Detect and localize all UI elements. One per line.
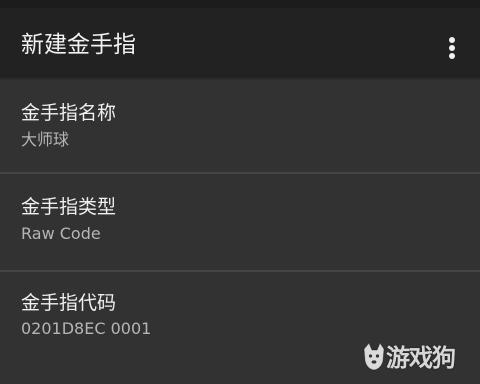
more-vert-icon[interactable] [436,26,468,70]
cheat-code-value: 0201D8EC 0001 [21,319,152,338]
cheat-name-label: 金手指名称 [21,102,117,124]
app-bar-title: 新建金手指 [21,32,136,58]
menu-dot [449,37,455,43]
cheat-type-label: 金手指类型 [21,196,117,218]
menu-dot [449,53,455,59]
cheat-name-item[interactable]: 金手指名称 大师球 [0,81,480,174]
cheat-type-value: Raw Code [21,224,101,243]
app-bar: 新建金手指 [0,8,480,76]
cheat-code-label: 金手指代码 [21,292,117,314]
watermark-text: 游戏狗 [386,344,456,372]
cheat-type-item[interactable]: 金手指类型 Raw Code [0,174,480,272]
status-bar [0,0,480,8]
dog-logo-icon [363,341,385,371]
new-cheat-screen: 新建金手指 金手指名称 大师球 金手指类型 Raw Code 金手指代码 020… [0,0,480,384]
watermark: 游戏狗 [360,339,472,379]
cheat-name-value: 大师球 [21,130,70,149]
menu-dot [449,45,455,51]
